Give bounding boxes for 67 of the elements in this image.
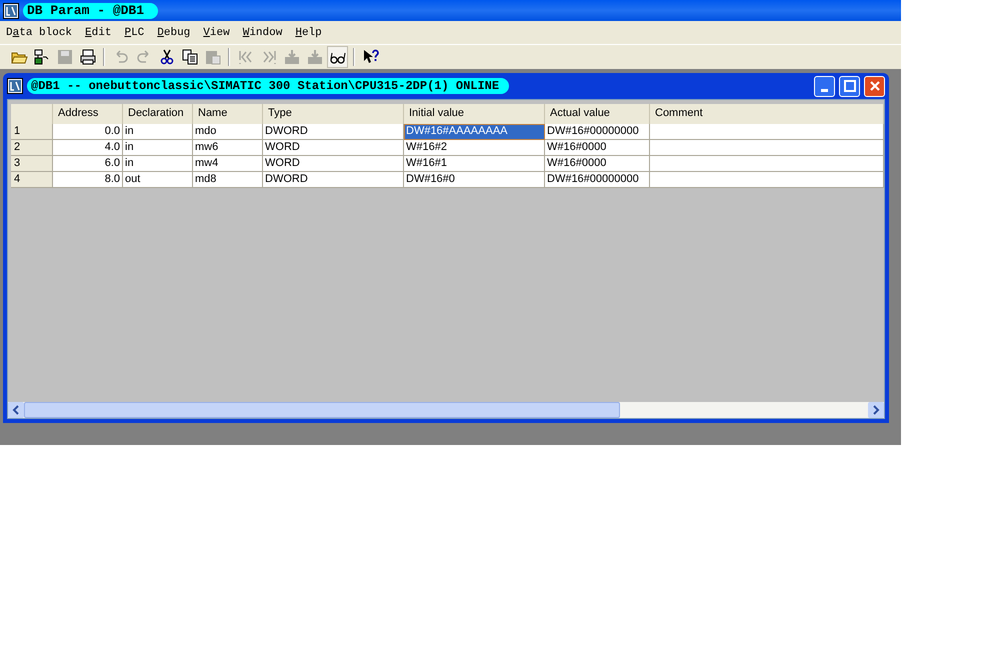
- table-cell: md8: [193, 172, 263, 188]
- scroll-right-icon: [868, 402, 884, 418]
- download-icon: [306, 48, 324, 66]
- horizontal-scrollbar[interactable]: [8, 402, 884, 418]
- column-header: Type: [263, 104, 404, 124]
- table-cell: in: [123, 156, 193, 172]
- table-cell: DW#16#00000000: [545, 124, 650, 140]
- column-header: Comment: [650, 104, 884, 124]
- column-header: Actual value: [545, 104, 650, 124]
- minimize-button[interactable]: [814, 76, 835, 96]
- print-icon: [78, 48, 96, 66]
- table-cell: in: [123, 124, 193, 140]
- app-icon: [3, 2, 19, 18]
- menu-item[interactable]: Window: [242, 26, 282, 38]
- menu-item[interactable]: Edit: [85, 26, 112, 38]
- window-title: DB Param - @DB1: [23, 2, 158, 18]
- close-button[interactable]: [864, 76, 885, 96]
- row-number: 2: [11, 140, 53, 156]
- table-cell: DW#16#AAAAAAAA: [404, 124, 545, 140]
- table-cell: mdo: [193, 124, 263, 140]
- table-cell: W#16#1: [404, 156, 545, 172]
- scrollbar-thumb[interactable]: [24, 402, 620, 418]
- column-header: Declaration: [123, 104, 193, 124]
- skip-back-icon: [236, 48, 254, 66]
- column-header: Initial value: [404, 104, 545, 124]
- table-cell: DW#16#00000000: [545, 172, 650, 188]
- table-cell: 8.0: [53, 172, 123, 188]
- table-cell: 0.0: [53, 124, 123, 140]
- copy-icon: [180, 48, 198, 66]
- table-cell: DWORD: [263, 172, 404, 188]
- table-cell: W#16#0000: [545, 140, 650, 156]
- table-cell: mw4: [193, 156, 263, 172]
- column-header: [11, 104, 53, 124]
- maximize-button[interactable]: [839, 76, 860, 96]
- menu-item[interactable]: PLC: [124, 26, 144, 38]
- row-number: 1: [11, 124, 53, 140]
- table-cell: WORD: [263, 156, 404, 172]
- scroll-left-icon: [8, 402, 24, 418]
- child-window-title: @DB1 -- onebuttonclassic\SIMATIC 300 Station\CPU315-2DP(1) ONLINE: [27, 78, 510, 94]
- save-icon: [56, 48, 74, 66]
- table-cell: DWORD: [263, 124, 404, 140]
- row-number: 3: [11, 156, 53, 172]
- help-icon: [362, 48, 380, 66]
- close-icon: [868, 80, 880, 92]
- toolbar-button[interactable]: [327, 46, 348, 68]
- table-cell: 6.0: [53, 156, 123, 172]
- paste-icon: [204, 48, 222, 66]
- column-header: Name: [193, 104, 263, 124]
- table-cell: out: [123, 172, 193, 188]
- menu-item[interactable]: Help: [295, 26, 322, 38]
- column-header: Address: [53, 104, 123, 124]
- menu-item[interactable]: Debug: [157, 26, 190, 38]
- app-icon: [7, 78, 23, 94]
- minimize-icon: [821, 88, 828, 92]
- download-icon: [282, 48, 300, 66]
- maximize-icon: [844, 80, 856, 92]
- table-cell: 4.0: [53, 140, 123, 156]
- table-cell: W#16#2: [404, 140, 545, 156]
- menu-item[interactable]: Data block: [6, 26, 72, 38]
- table-cell: mw6: [193, 140, 263, 156]
- menu-item[interactable]: View: [203, 26, 230, 38]
- table-cell: in: [123, 140, 193, 156]
- table-cell: DW#16#0: [404, 172, 545, 188]
- network-icon: [32, 48, 50, 66]
- table-cell: WORD: [263, 140, 404, 156]
- table-cell: W#16#0000: [545, 156, 650, 172]
- row-number: 4: [11, 172, 53, 188]
